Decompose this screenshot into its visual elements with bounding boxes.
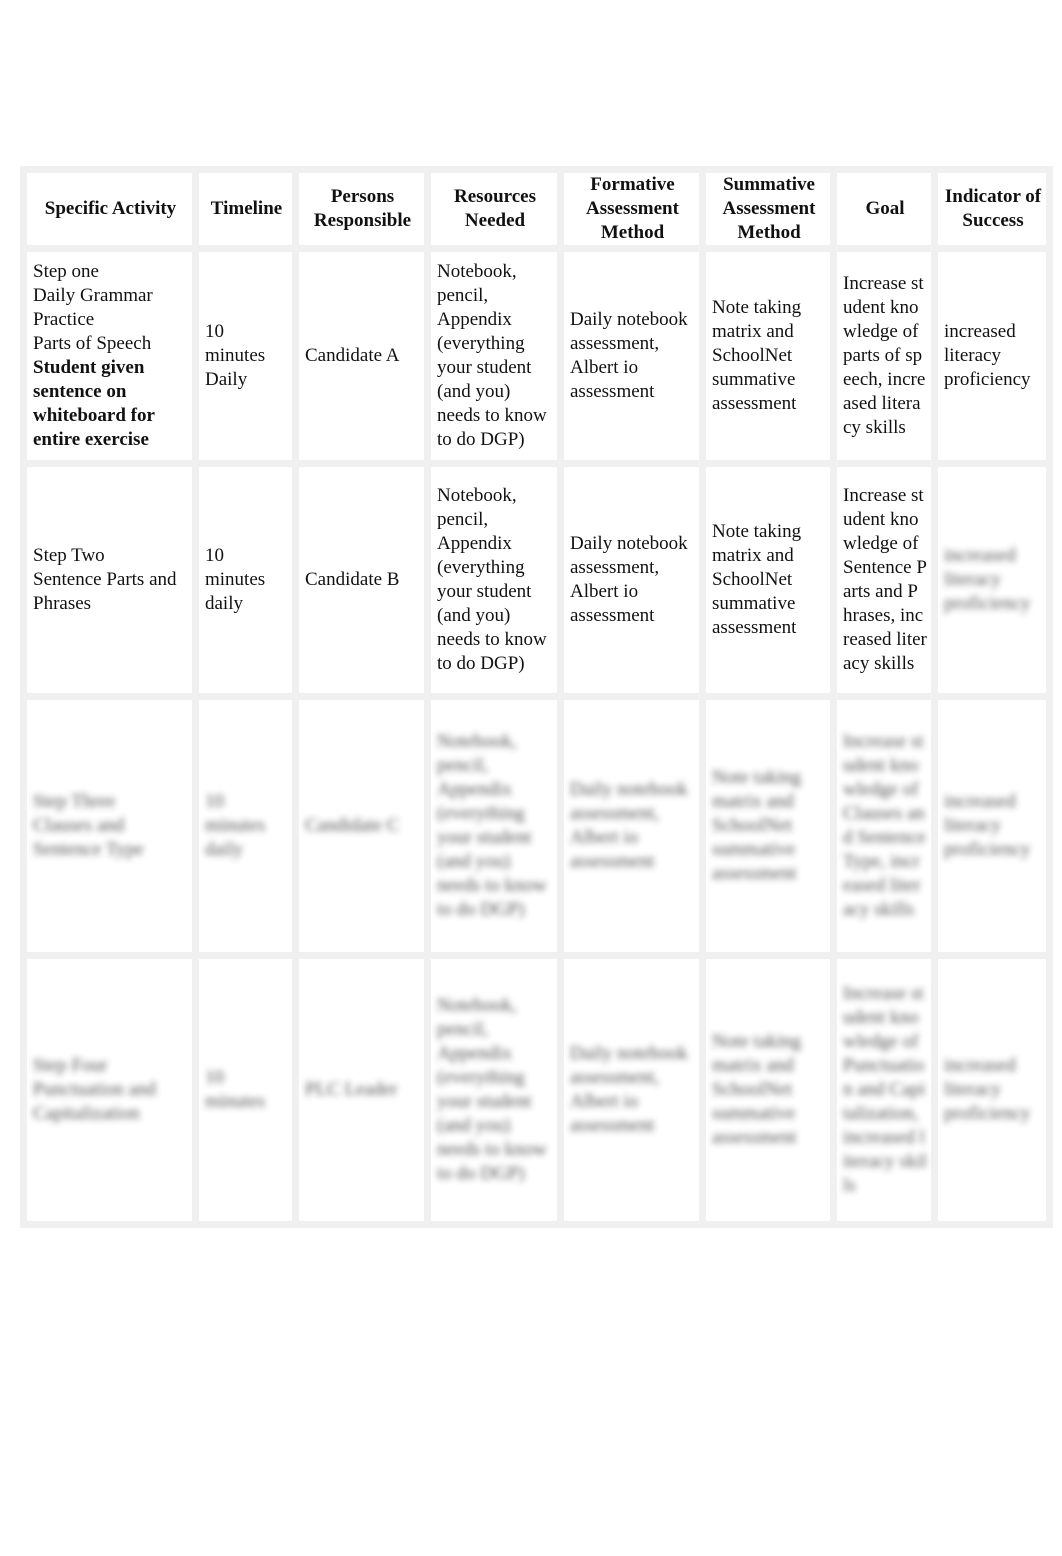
table-row-blurred: Step Three Clauses and Sentence Type 10 … [20,693,1053,959]
cell-activity: Step Three Clauses and Sentence Type [20,693,199,959]
cell-activity: Step one Daily Grammar Practice Parts of… [20,245,199,467]
cell-summative: Note taking matrix and SchoolNet summati… [699,245,837,467]
activity-line: Daily Grammar Practice [33,285,153,330]
cell-timeline: 10 minutes Daily [192,245,299,467]
cell-activity: Step Four Punctuation and Capitalization [20,952,199,1228]
cell-goal: Increase student knowledge of Punctuatio… [830,952,938,1228]
cell-resources: Notebook, pencil, Appendix (everything y… [424,693,564,959]
cell-indicator: increased literacy proficiency [931,245,1053,467]
cell-goal: Increase student knowledge of Sentence P… [830,460,938,700]
cell-summative: Note taking matrix and SchoolNet summati… [699,693,837,959]
header-indicator-of-success: Indicator of Success [931,166,1053,252]
cell-goal: Increase student knowledge of parts of s… [830,245,938,467]
header-persons-responsible: Persons Responsible [292,166,431,252]
cell-formative: Daily notebook assessment, Albert io ass… [557,952,706,1228]
cell-resources: Notebook, pencil, Appendix (everything y… [424,952,564,1228]
table-row-blurred: Step Four Punctuation and Capitalization… [20,952,1053,1228]
header-summative-assessment: Summative Assessment Method [699,166,837,252]
activity-line: Parts of Speech [33,333,152,354]
cell-timeline: 10 minutes daily [192,693,299,959]
activity-line: Step Four [33,1055,108,1076]
cell-indicator: increased literacy proficiency [931,952,1053,1228]
cell-persons: Candidate A [292,245,431,467]
activity-line: Punctuation and Capitalization [33,1079,156,1124]
header-resources-needed: Resources Needed [424,166,564,252]
cell-formative: Daily notebook assessment, Albert io ass… [557,245,706,467]
cell-persons: Candidate C [292,693,431,959]
activity-line: Clauses and Sentence Type [33,815,144,860]
table-header-row: Specific Activity Timeline Persons Respo… [20,166,1053,252]
activity-line: Step Three [33,791,116,812]
cell-persons: Candidate B [292,460,431,700]
cell-timeline: 10 minutes [192,952,299,1228]
header-specific-activity: Specific Activity [20,166,199,252]
cell-goal: Increase student knowledge of Clauses an… [830,693,938,959]
cell-resources: Notebook, pencil, Appendix (everything y… [424,245,564,467]
cell-summative: Note taking matrix and SchoolNet summati… [699,952,837,1228]
cell-summative: Note taking matrix and SchoolNet summati… [699,460,837,700]
table-row: Step one Daily Grammar Practice Parts of… [20,245,1053,467]
cell-formative: Daily notebook assessment, Albert io ass… [557,693,706,959]
cell-persons: PLC Leader [292,952,431,1228]
activity-note: Student given sentence on whiteboard for… [33,357,155,450]
header-timeline: Timeline [192,166,299,252]
activity-line: Sentence Parts and Phrases [33,569,177,614]
cell-indicator: increased literacy proficiency [931,460,1053,700]
header-formative-assessment: Formative Assessment Method [557,166,706,252]
action-plan-table: Specific Activity Timeline Persons Respo… [20,166,1053,1228]
document-page: Specific Activity Timeline Persons Respo… [0,0,1062,1556]
cell-formative: Daily notebook assessment, Albert io ass… [557,460,706,700]
activity-line: Step one [33,261,99,282]
activity-line: Step Two [33,545,105,566]
header-goal: Goal [830,166,938,252]
table-row: Step Two Sentence Parts and Phrases 10 m… [20,460,1053,700]
cell-resources: Notebook, pencil, Appendix (everything y… [424,460,564,700]
cell-indicator: increased literacy proficiency [931,693,1053,959]
cell-activity: Step Two Sentence Parts and Phrases [20,460,199,700]
cell-timeline: 10 minutes daily [192,460,299,700]
